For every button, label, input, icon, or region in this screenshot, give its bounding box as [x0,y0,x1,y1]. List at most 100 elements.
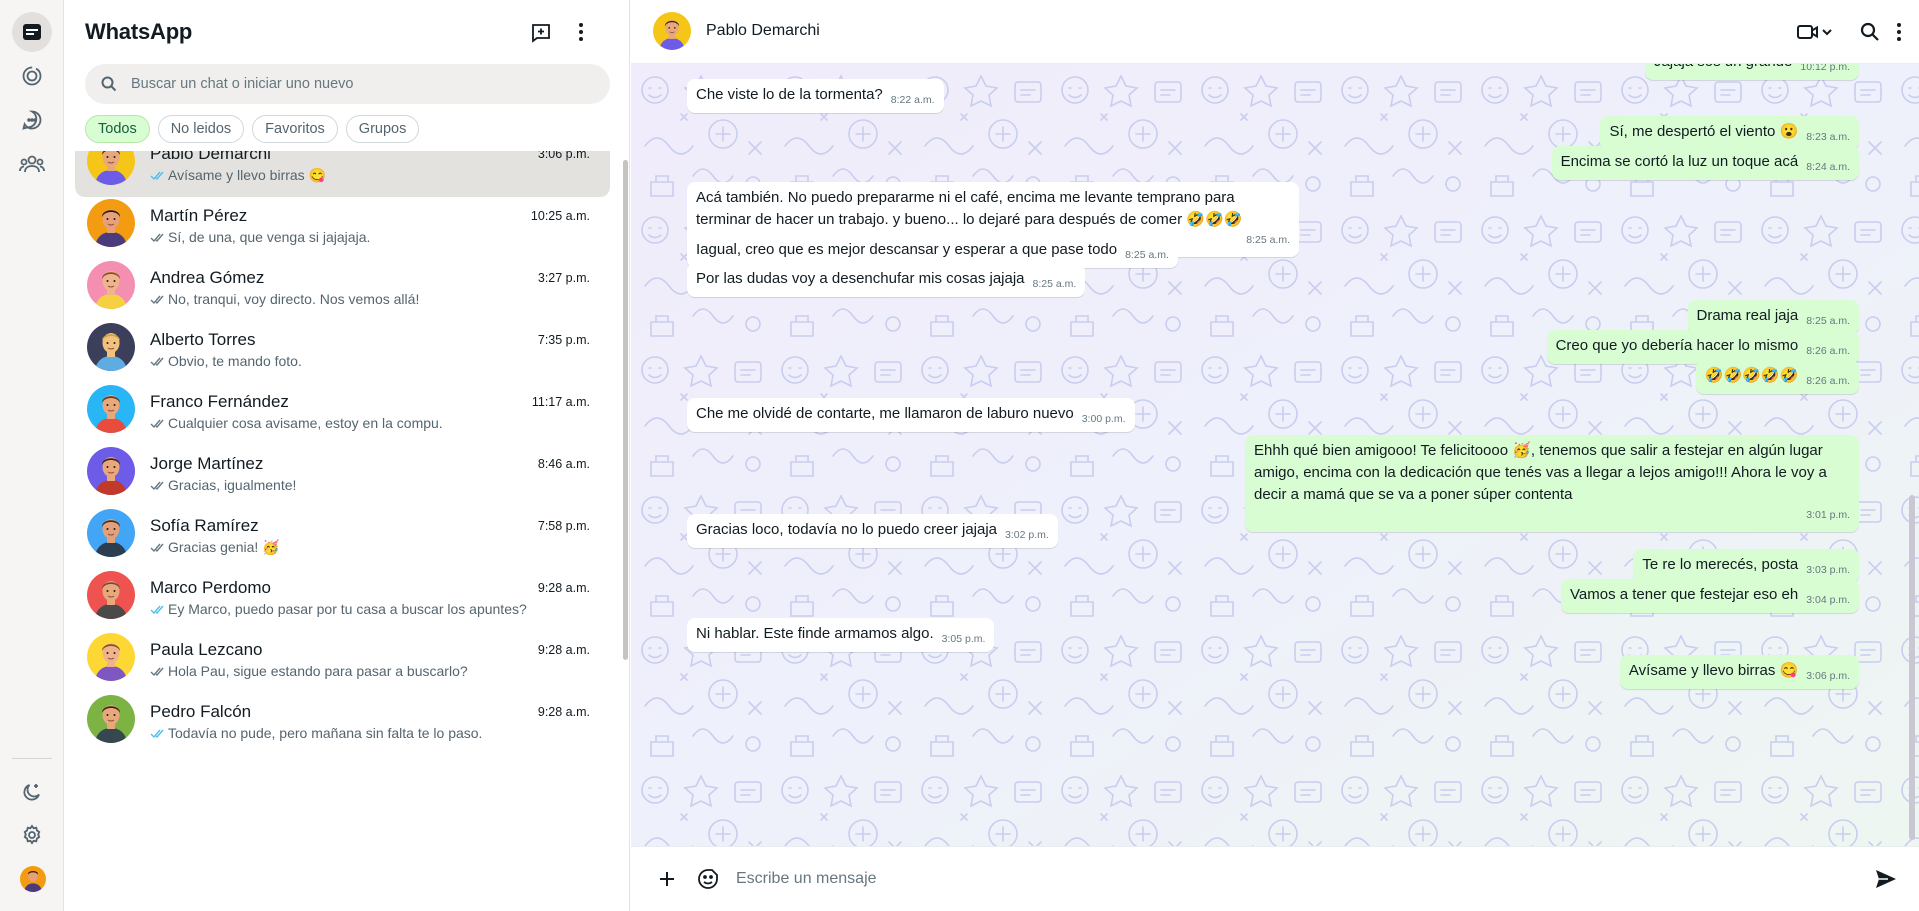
chat-preview-text: Todavía no pude, pero mañana sin falta t… [168,725,483,741]
nav-rail [0,0,64,911]
new-chat-icon[interactable] [525,16,557,48]
chat-avatar [87,199,135,247]
chat-name: Martín Pérez [150,206,248,225]
search-messages-icon[interactable] [1854,16,1886,48]
message-bubble-incoming[interactable]: Por las dudas voy a desenchufar mis cosa… [687,263,1086,297]
filter-chip-no-leidos[interactable]: No leidos [157,115,245,143]
message-text: Creo que yo debería hacer lo mismo [1555,337,1799,354]
message-text: 🤣🤣🤣🤣🤣 [1704,367,1799,384]
chat-avatar [87,151,135,185]
chat-avatar [87,261,135,309]
chat-preview-text: Obvio, te mando foto. [168,353,302,369]
chat-name: Sofía Ramírez [150,516,259,535]
message-time: 3:00 p.m. [1081,413,1126,425]
chat-time: 9:28 a.m. [537,581,590,595]
attach-plus-icon[interactable] [653,865,681,893]
message-time: 8:23 a.m. [1806,131,1850,143]
message-time: 3:02 p.m. [1005,529,1049,541]
chat-preview: Hola Pau, sigue estando para pasar a bus… [150,663,468,679]
video-call-icon[interactable] [1793,16,1837,48]
chat-preview-text: Ey Marco, puedo pasar por tu casa a busc… [168,601,527,617]
message-bubble-outgoing[interactable]: Avísame y llevo birras 😋 3:06 p.m. [1619,655,1859,689]
filter-chip-grupos[interactable]: Grupos [345,115,420,143]
chat-preview-text: Gracias genia! 🥳 [168,539,280,555]
message-bubble-outgoing[interactable]: Sí, me despertó el viento 😮 8:23 a.m. [1600,116,1859,150]
chat-list-item[interactable]: Pedro Falcón 9:28 a.m. Todavía no pude, pe… [75,683,610,755]
message-bubble-outgoing[interactable]: Drama real jaja 8:25 a.m. [1687,300,1859,334]
message-bubble-outgoing[interactable]: 🤣🤣🤣🤣🤣 8:26 a.m. [1695,360,1859,394]
message-bubble-outgoing[interactable]: Jajaja sos un grande 10:12 p.m. [1644,64,1859,80]
message-time: 8:25 a.m. [1806,315,1850,327]
settings-gear-icon[interactable] [12,815,52,855]
double-check-icon [150,356,166,367]
double-check-icon [150,480,166,491]
chat-avatar [87,323,135,371]
message-text: Gracias loco, todavía no lo puedo creer … [696,521,998,538]
double-check-icon [150,418,166,429]
message-time: 3:03 p.m. [1806,564,1850,576]
message-list: Jajaja sos un grande 10:12 p.m. Che viste … [631,64,1919,846]
message-bubble-incoming[interactable]: Che me olvidé de contarte, me llamaron d… [687,398,1135,432]
channels-icon[interactable] [12,100,52,140]
menu-kebab-icon[interactable] [565,16,597,48]
message-time: 10:12 p.m. [1800,64,1850,73]
message-time: 3:04 p.m. [1806,594,1850,606]
message-bubble-outgoing[interactable]: Ehhh qué bien amigooo! Te felicitoooo 🥳,… [1245,435,1859,532]
status-icon[interactable] [12,56,52,96]
contact-avatar[interactable] [653,12,691,50]
double-check-icon [150,232,166,243]
chat-preview: Gracias, igualmente! [150,477,296,493]
message-bubble-incoming[interactable]: Che viste lo de la tormenta? 8:22 a.m. [687,79,944,113]
chat-name: Pablo Demarchi [150,151,271,163]
chat-time: 10:25 a.m. [530,209,590,223]
chat-time: 3:06 p.m. [537,151,590,161]
message-time: 8:24 a.m. [1806,161,1850,173]
contact-name[interactable]: Pablo Demarchi [706,22,820,40]
message-bubble-incoming[interactable]: Gracias loco, todavía no lo puedo creer … [687,514,1058,548]
chat-preview: Ey Marco, puedo pasar por tu casa a busc… [150,601,527,617]
chat-preview: Gracias genia! 🥳 [150,539,280,556]
message-bubble-incoming[interactable]: Ni hablar. Este finde armamos algo. 3:05 … [687,618,995,652]
filter-chip-todos[interactable]: Todos [85,115,150,143]
message-text: Che me olvidé de contarte, me llamaron d… [696,405,1074,422]
message-text: Acá también. No puedo prepararme ni el c… [696,189,1243,228]
chat-preview-text: No, tranqui, voy directo. Nos vemos allá… [168,291,420,307]
chat-time: 3:27 p.m. [537,271,590,285]
app-title: WhatsApp [85,19,193,44]
message-text: Por las dudas voy a desenchufar mis cosa… [696,270,1025,287]
chat-menu-kebab-icon[interactable] [1887,16,1911,48]
chat-list: Pablo Demarchi 3:06 p.m. Avísame y llevo b… [65,151,630,911]
send-icon[interactable] [1872,865,1900,893]
message-text: Vamos a tener que festejar eso eh [1570,586,1799,603]
chat-name: Jorge Martínez [150,454,264,473]
communities-icon[interactable] [12,144,52,184]
message-time: 8:25 a.m. [1032,278,1077,290]
chat-time: 7:58 p.m. [537,519,590,533]
chat-name: Pedro Falcón [150,702,252,721]
theme-moon-icon[interactable] [12,772,52,812]
sticker-emoji-icon[interactable] [694,865,722,893]
rail-divider [12,758,52,759]
conversation-scrollbar[interactable] [1909,495,1915,840]
message-text: Sí, me despertó el viento 😮 [1609,123,1799,140]
message-bubble-outgoing[interactable]: Vamos a tener que festejar eso eh 3:04 p.… [1561,579,1859,613]
profile-avatar[interactable] [20,866,46,892]
message-bubble-outgoing[interactable]: Encima se cortó la luz un toque acá 8:24 … [1551,146,1859,180]
chat-avatar [87,695,135,743]
message-text: Drama real jaja [1696,307,1799,324]
double-check-icon [150,604,166,615]
message-bubble-outgoing[interactable]: Creo que yo debería hacer lo mismo 8:26 a… [1546,330,1859,364]
message-text: Iagual, creo que es mejor descansar y es… [696,241,1118,258]
chat-sidebar: WhatsApp TodosNo leidosFavoritosGrupos P… [65,0,630,911]
message-bubble-outgoing[interactable]: Te re lo merecés, posta 3:03 p.m. [1633,549,1859,583]
chat-preview: Cualquier cosa avisame, estoy en la comp… [150,415,443,431]
chats-icon[interactable] [12,12,52,52]
message-input[interactable] [736,865,1836,893]
chat-time: 8:46 a.m. [537,457,590,471]
chat-avatar [87,385,135,433]
filter-chip-favoritos[interactable]: Favoritos [252,115,338,143]
search-input[interactable] [131,76,591,92]
chat-preview-text: Gracias, igualmente! [168,477,297,493]
sidebar-scrollbar[interactable] [623,160,628,660]
chat-preview: No, tranqui, voy directo. Nos vemos allá… [150,291,419,307]
